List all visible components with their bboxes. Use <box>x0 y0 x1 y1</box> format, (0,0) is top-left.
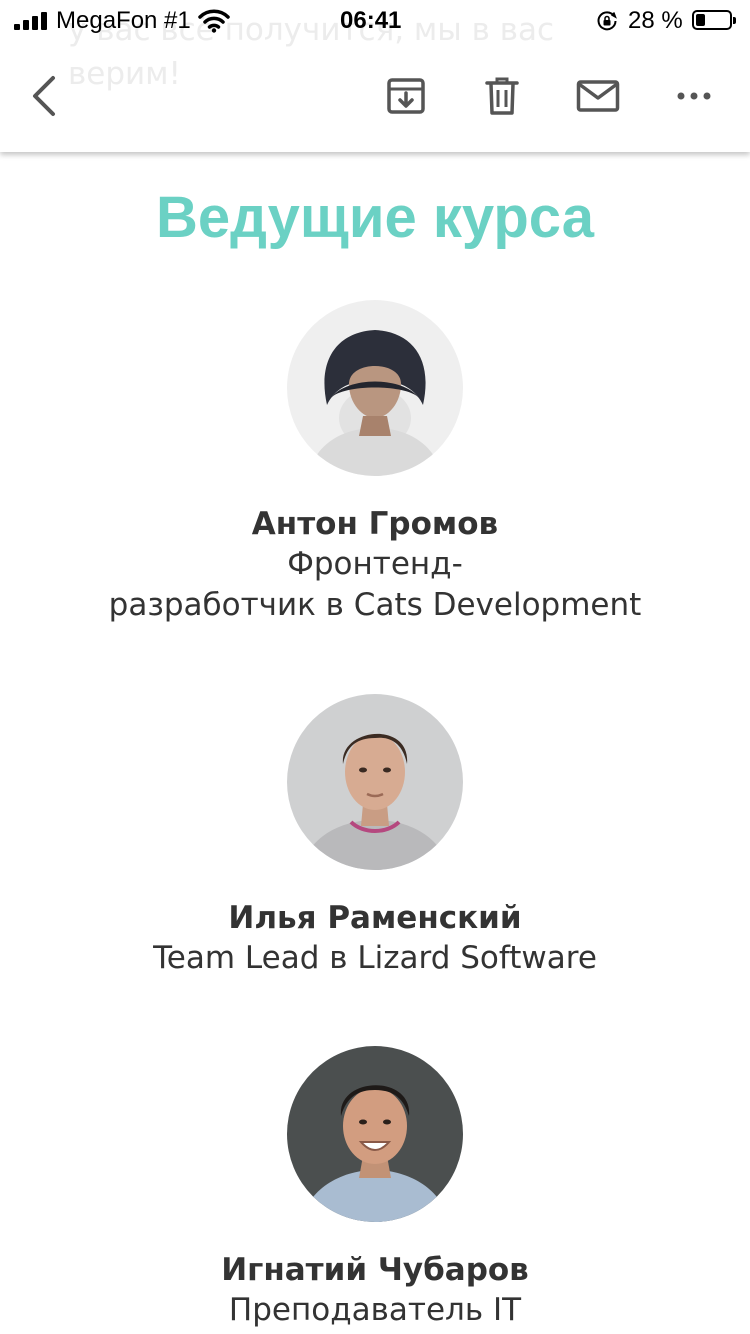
clock: 06:41 <box>340 7 402 34</box>
instructor-name: Илья Раменский <box>228 900 522 936</box>
back-button[interactable] <box>20 72 68 120</box>
instructor-role-line: Team Lead в Lizard Software <box>153 940 597 976</box>
archive-icon <box>387 78 425 114</box>
carrier-name: MegaFon #1 <box>56 7 191 34</box>
instructor-role: Team Lead в Lizard Software <box>0 938 750 979</box>
delete-button[interactable] <box>478 72 526 120</box>
battery-level <box>696 14 705 26</box>
battery-icon <box>692 10 736 30</box>
instructor-card: Антон Громов Фронтенд- разработчик в Cat… <box>0 300 750 626</box>
mark-unread-button[interactable] <box>574 72 622 120</box>
instructor-card: Игнатий Чубаров Преподаватель IT <box>0 1046 750 1331</box>
instructor-role-line: Фронтенд- <box>287 546 463 582</box>
status-bar: MegaFon #1 06:41 28 % <box>0 0 750 42</box>
instructor-card: Илья Раменский Team Lead в Lizard Softwa… <box>0 694 750 979</box>
instructor-role: Преподаватель IT <box>0 1290 750 1331</box>
more-button[interactable] <box>670 72 718 120</box>
section-title: Ведущие курса <box>155 185 595 250</box>
battery-percent: 28 % <box>628 7 683 34</box>
back-chevron-icon <box>33 76 55 116</box>
avatar <box>287 300 463 476</box>
archive-button[interactable] <box>382 72 430 120</box>
instructor-name: Антон Громов <box>251 506 499 542</box>
instructor-role: Фронтенд- разработчик в Cats Development <box>0 544 750 626</box>
instructor-role-line: Преподаватель IT <box>228 1292 522 1328</box>
scrolled-text-line: верим! <box>68 56 181 92</box>
avatar <box>287 694 463 870</box>
instructor-role-line: разработчик в Cats Development <box>108 587 642 623</box>
instructor-name: Игнатий Чубаров <box>221 1252 529 1288</box>
top-chrome: у вас всё получится, мы в вас верим! Meg… <box>0 0 750 152</box>
avatar <box>287 1046 463 1222</box>
mail-icon <box>576 80 620 112</box>
rotation-lock-icon <box>596 10 618 39</box>
signal-icon <box>14 12 50 30</box>
wifi-icon <box>198 9 230 40</box>
trash-icon <box>485 77 519 115</box>
more-icon <box>677 92 711 100</box>
